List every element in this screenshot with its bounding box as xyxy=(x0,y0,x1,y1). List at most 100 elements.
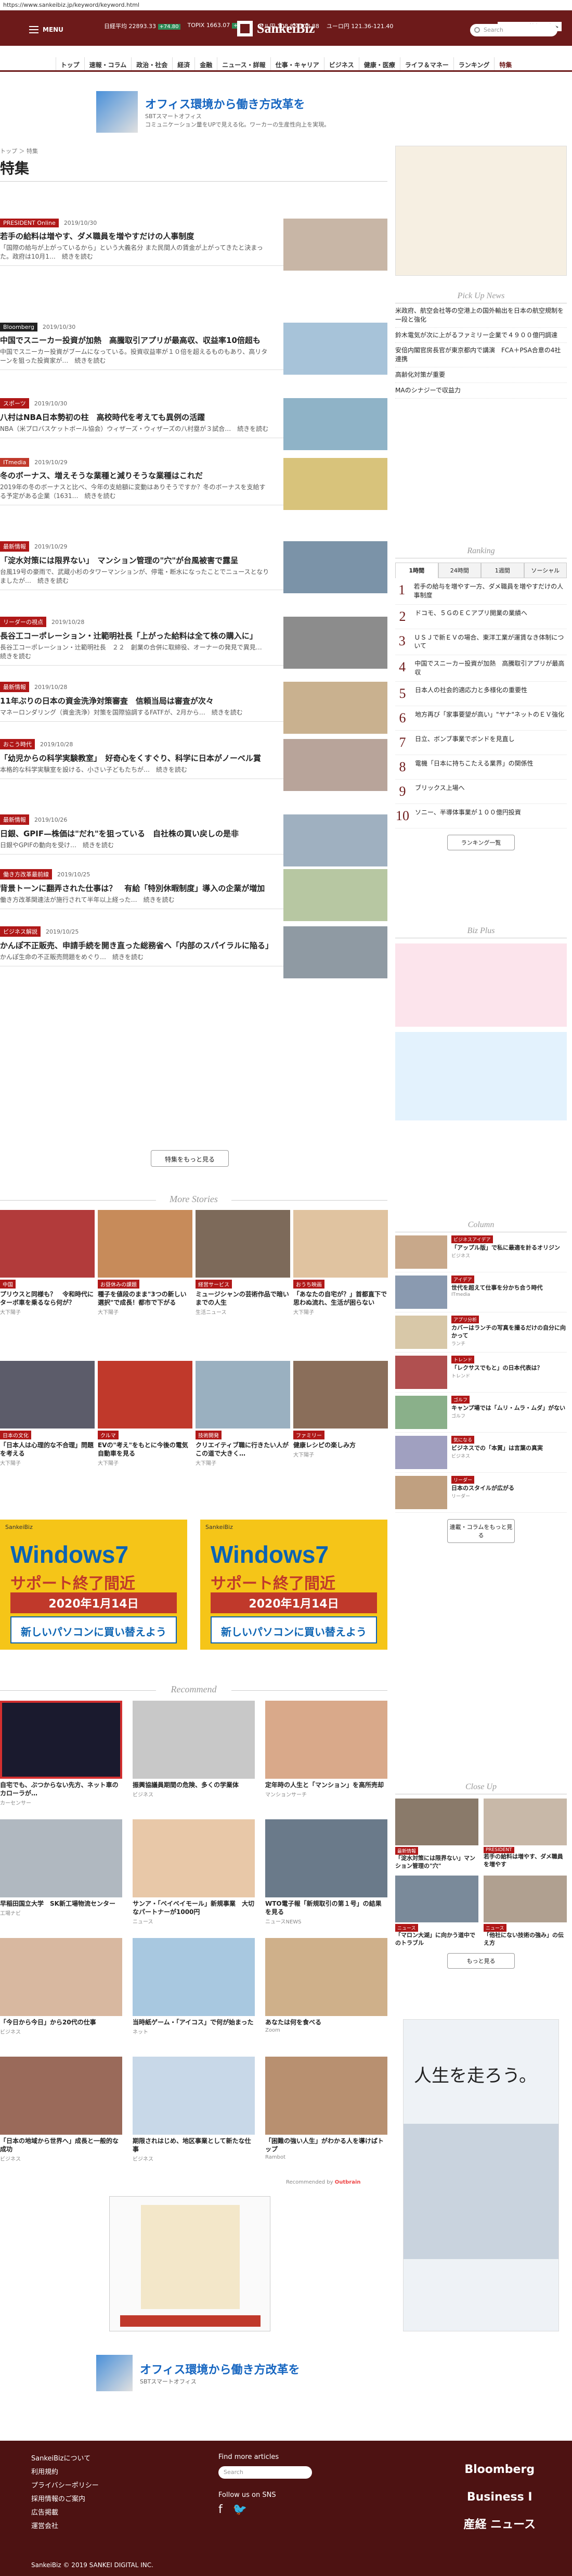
ranking-item[interactable]: 4 中国でスニーカー投資が加熱 高騰取引アプリが最高収 xyxy=(395,655,567,682)
tab-1hour[interactable]: 1時間 xyxy=(395,563,438,578)
story-image[interactable] xyxy=(293,1361,388,1429)
nav-column[interactable]: 速報・コラム xyxy=(84,57,132,70)
closeup-image[interactable] xyxy=(484,1799,567,1845)
column-item[interactable]: リーダー 日本のスタイルが広がる リーダー xyxy=(395,1473,567,1513)
column-item[interactable]: 気になる ビジネスでの「本質」は言葉の真実 ビジネス xyxy=(395,1433,567,1473)
article-thumbnail[interactable] xyxy=(283,926,387,978)
column-image[interactable] xyxy=(395,1276,447,1309)
ranking-title[interactable]: ドコモ、５ＧのＥＣアプリ開業の業績へ xyxy=(415,609,527,624)
ranking-item[interactable]: 3 ＵＳＪで新ＥＶの場合、東洋工業が運賃なき体制について xyxy=(395,629,567,656)
recommend-image[interactable] xyxy=(0,1819,122,1897)
ranking-item[interactable]: 6 地方再び「家事要望が高い」"ヤナ"ネットのＥＶ強化 xyxy=(395,706,567,731)
story-image[interactable] xyxy=(0,1210,95,1278)
footer-link[interactable]: 利用規約 xyxy=(31,2466,99,2479)
recommend-image[interactable] xyxy=(133,2057,255,2135)
recommend-card[interactable]: 定年時の人生と「マンション」を高所売却 マンションサーチ xyxy=(265,1701,387,1798)
ranking-title[interactable]: 日本人の社会的適応力と多様化の重要性 xyxy=(415,686,527,702)
replace-pc-button[interactable]: 新しいパソコンに買い替えよう xyxy=(10,1616,177,1643)
pickup-item[interactable]: 鈴木電気が次に上がるファミリー企業で４９００億円調達 xyxy=(395,328,567,343)
sidebar-ad-1[interactable] xyxy=(395,146,567,276)
story-image[interactable] xyxy=(98,1361,192,1429)
windows7-ad-2[interactable]: SankeiBiz Windows7 サポート終了間近 2020年1月14日 新… xyxy=(200,1520,387,1650)
column-item[interactable]: トレンド 「レクサスでもと」の日本代表は？ トレンド xyxy=(395,1353,567,1393)
story-title[interactable]: 「日本人は心理的な不合理」問題を考える xyxy=(0,1441,95,1458)
column-title[interactable]: ビジネスでの「本質」は言葉の真実 xyxy=(451,1445,543,1452)
article-item[interactable]: おこう時代 2019/10/28 「幼児からの科学実験教室」 好奇心をくすぐり、科学… xyxy=(0,739,387,791)
column-title[interactable]: カバーはランチの写真を撮るだけの自分に向かって xyxy=(451,1324,567,1340)
article-title[interactable]: 背景トーンに翻弄された仕事は？ 有給「特別休暇制度」導入の企業が増加 xyxy=(0,883,270,894)
closeup-more-button[interactable]: もっと見る xyxy=(447,1953,515,1969)
more-articles-button[interactable]: 特集をもっと見る xyxy=(151,1150,229,1167)
article-thumbnail[interactable] xyxy=(283,814,387,866)
article-item[interactable]: リーダーの視点 2019/10/28 長谷工コーポレーション・辻範明社長「上がった給… xyxy=(0,617,387,669)
pickup-item[interactable]: 米政府、航空会社等の空港上の国外輸出を日本の航空規制を一段と強化 xyxy=(395,303,567,328)
recommend-title[interactable]: 期限されはじめ、地区事業として新たな仕事 xyxy=(133,2137,255,2153)
story-image[interactable] xyxy=(293,1210,388,1278)
footer-link[interactable]: 広告掲載 xyxy=(31,2506,99,2520)
ranking-title[interactable]: ブリックス上場へ xyxy=(415,784,465,799)
breadcrumb[interactable]: トップ ＞ 特集 xyxy=(0,147,38,155)
story-card[interactable]: 技術開発 クリエイティブ職に行きたい人がこの道で大きく… 大下陽子 xyxy=(196,1361,290,1466)
column-title[interactable]: キャンプ場では「ムリ・ムラ・ムダ」がない xyxy=(451,1405,565,1412)
ranking-title[interactable]: 中国でスニーカー投資が加熱 高騰取引アプリが最高収 xyxy=(414,659,567,677)
article-thumbnail[interactable] xyxy=(283,617,387,669)
recommend-title[interactable]: 振興協議員期間の危険、多くの学業体 xyxy=(133,1781,255,1789)
article-item[interactable]: Bloomberg 2019/10/30 中国でスニーカー投資が加熱 高騰取引アプリ… xyxy=(0,323,387,375)
story-card[interactable]: クルマ EVの"考え"をもとに今後の電気自動車を見る 大下陽子 xyxy=(98,1361,192,1466)
story-image[interactable] xyxy=(0,1361,95,1429)
nav-top[interactable]: トップ xyxy=(55,57,84,70)
column-item[interactable]: ビジネスアイデア 「アップル版」で私に最適を計るオリジン ビジネス xyxy=(395,1232,567,1272)
story-card[interactable]: お昼休みの課題 種子を値段のまま"3つの新しい選択"で成長！都市で下がる 大下陽子 xyxy=(98,1210,192,1316)
tab-24hour[interactable]: 24時間 xyxy=(438,563,481,578)
recommend-card[interactable]: WTO電子報「新規取引の第１号」の結果を見る ニュースNEWS xyxy=(265,1819,387,1925)
closeup-image[interactable] xyxy=(395,1799,478,1845)
recommend-card[interactable]: 「今日から今日」から20代の仕事 ビジネス xyxy=(0,1938,122,2035)
story-card[interactable]: おうち映画 「あなたの自宅が？」首都直下で思わぬ流れ、生活が困らない 大下陽子 xyxy=(293,1210,388,1316)
recommend-image[interactable] xyxy=(0,1701,122,1779)
column-more-button[interactable]: 連載・コラムをもっと見る xyxy=(447,1519,515,1543)
recommend-image[interactable] xyxy=(265,1938,387,2016)
biz-plus-banner-2[interactable] xyxy=(395,1032,567,1120)
tab-social[interactable]: ソーシャル xyxy=(524,563,567,578)
closeup-image[interactable] xyxy=(484,1875,567,1922)
footer-link[interactable]: SankeiBizについて xyxy=(31,2452,99,2466)
column-title[interactable]: 「レクサスでもと」の日本代表は？ xyxy=(451,1364,543,1372)
nav-career[interactable]: 仕事・キャリア xyxy=(270,57,324,70)
article-item[interactable]: スポーツ 2019/10/30 八村はNBA日本勢初の柱 高校時代を考えても異例の活… xyxy=(0,398,387,450)
ranking-item[interactable]: 10 ソニー、半導体事業が１００億円投資 xyxy=(395,804,567,828)
nav-life[interactable]: ライフ＆マネー xyxy=(399,57,453,70)
ranking-title[interactable]: 電機「日本に持ちこたえる業界」の関係性 xyxy=(415,759,534,775)
recommend-card[interactable]: あなたは何を食べる Zoom xyxy=(265,1938,387,2033)
replace-pc-button[interactable]: 新しいパソコンに買い替えよう xyxy=(211,1616,377,1643)
article-title[interactable]: 八村はNBA日本勢初の柱 高校時代を考えても異例の活躍 xyxy=(0,412,270,423)
recommend-title[interactable]: WTO電子報「新規取引の第１号」の結果を見る xyxy=(265,1899,387,1916)
recommend-title[interactable]: あなたは何を食べる xyxy=(265,2018,387,2026)
recommend-title[interactable]: 定年時の人生と「マンション」を高所売却 xyxy=(265,1781,387,1789)
story-title[interactable]: 種子を値段のまま"3つの新しい選択"で成長！都市で下がる xyxy=(98,1290,192,1307)
article-thumbnail[interactable] xyxy=(283,398,387,450)
recommend-title[interactable]: 「困難の強い人生」がわかる人を導けばトップ xyxy=(265,2137,387,2153)
footer-link[interactable]: プライバシーポリシー xyxy=(31,2479,99,2493)
closeup-item[interactable]: ニュース 「マロン大湖」に向かう道中でのトラブル xyxy=(395,1875,478,1947)
story-card[interactable]: 経営サービス ミュージシャンの芸術作品で暗いまでの人生 生活ニュース xyxy=(196,1210,290,1316)
ranking-title[interactable]: ＵＳＪで新ＥＶの場合、東洋工業が運賃なき体制について xyxy=(414,633,567,651)
closeup-title[interactable]: 若手の給料は増やす、ダメ職員を増やす xyxy=(484,1853,567,1869)
story-card[interactable]: 日本の文化 「日本人は心理的な不合理」問題を考える 大下陽子 xyxy=(0,1361,95,1466)
story-card[interactable]: ファミリー 健康レシピの楽しみ方 大下陽子 xyxy=(293,1361,388,1458)
article-title[interactable]: 「淀水対策には限界ない」 マンション管理の"穴"が台風被害で露呈 xyxy=(0,555,270,566)
recommend-card[interactable]: 「困難の強い人生」がわかる人を導けばトップ Rambot xyxy=(265,2057,387,2160)
article-item[interactable]: 最新情報 2019/10/28 11年ぶりの日本の資金洗浄対策審査 信頼当局は審査が… xyxy=(0,682,387,734)
ranking-item[interactable]: 2 ドコモ、５ＧのＥＣアプリ開業の業績へ xyxy=(395,605,567,629)
closeup-item[interactable]: 最新情報 「淀水対策には限界ない」マンション管理の"穴" xyxy=(395,1799,478,1870)
story-image[interactable] xyxy=(196,1361,290,1429)
ranking-title[interactable]: 地方再び「家事要望が高い」"ヤナ"ネットのＥＶ強化 xyxy=(415,710,564,726)
recommend-image[interactable] xyxy=(265,1701,387,1779)
pickup-item[interactable]: 安倍内閣官房長官が東京都内で講演 FCA＋PSA合意の4社連携 xyxy=(395,343,567,367)
real-estate-ad[interactable] xyxy=(109,2196,270,2331)
recommend-title[interactable]: 自宅でも、ぶつからない先方、ネット車のカローラが… xyxy=(0,1781,122,1797)
article-item[interactable]: PRESIDENT Online 2019/10/30 若手の給料は増やす、ダメ職員… xyxy=(0,219,387,271)
recommend-card[interactable]: 期限されはじめ、地区事業として新たな仕事 ビジネス xyxy=(133,2057,255,2162)
column-image[interactable] xyxy=(395,1356,447,1389)
column-item[interactable]: ゴルフ キャンプ場では「ムリ・ムラ・ムダ」がない ゴルフ xyxy=(395,1393,567,1433)
story-title[interactable]: クリエイティブ職に行きたい人がこの道で大きく… xyxy=(196,1441,290,1458)
